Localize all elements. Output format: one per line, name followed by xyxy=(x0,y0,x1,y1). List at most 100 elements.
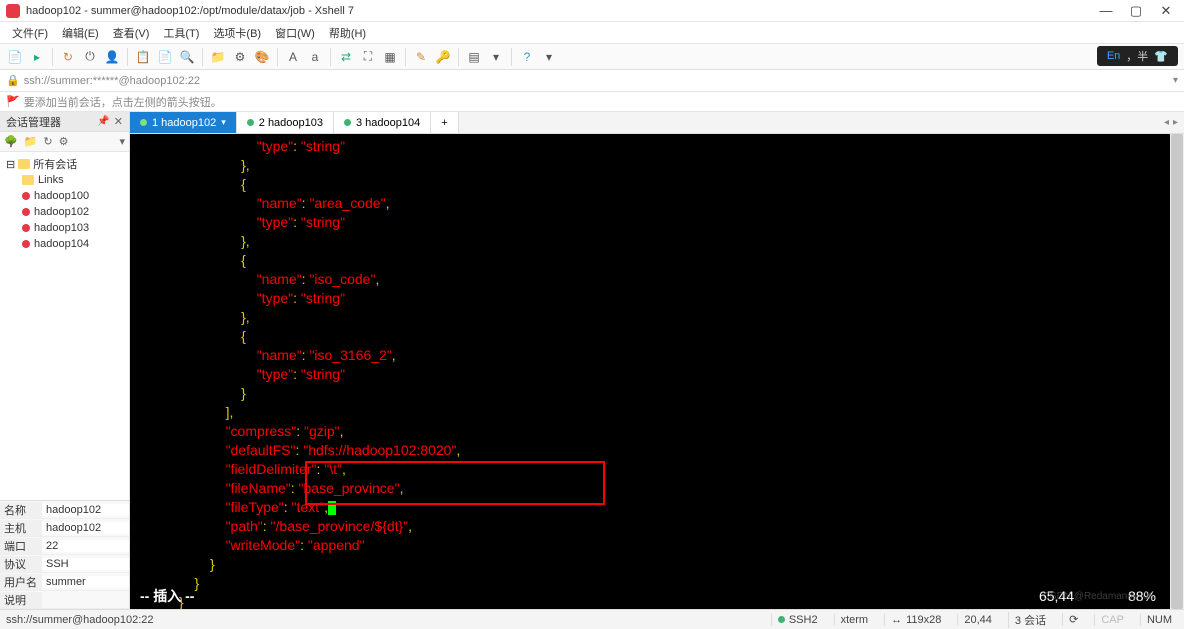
prop-value: SSH xyxy=(42,558,129,570)
grid-icon[interactable]: ▤ xyxy=(465,48,483,66)
menu-window[interactable]: 窗口(W) xyxy=(269,23,321,43)
minimize-button[interactable]: — xyxy=(1100,5,1112,17)
scrollbar-thumb[interactable] xyxy=(1171,134,1183,609)
prop-key: 说明 xyxy=(0,592,42,608)
session-tree: ⊟ 所有会话 Links hadoop100 hadoop102 hadoop1… xyxy=(0,152,129,500)
tree-toggle-icon[interactable]: 🌳 xyxy=(4,135,18,148)
paste-icon[interactable]: 📄 xyxy=(156,48,174,66)
ime-indicator[interactable]: En ，半 👕 xyxy=(1097,46,1178,66)
session-manager-title: 会话管理器 xyxy=(6,114,61,130)
profile-icon[interactable]: 👤 xyxy=(103,48,121,66)
folder-icon[interactable]: 📁 xyxy=(209,48,227,66)
separator xyxy=(127,48,128,66)
font-up-icon[interactable]: A xyxy=(284,48,302,66)
status-size-label: 119x28 xyxy=(906,614,941,626)
tab-label: 1 hadoop102 xyxy=(152,117,216,129)
separator xyxy=(458,48,459,66)
font-down-icon[interactable]: a xyxy=(306,48,324,66)
prop-value: hadoop102 xyxy=(42,522,129,534)
new-folder-icon[interactable]: 📁 xyxy=(24,135,38,148)
hint-bar: 🚩 要添加当前会话，点击左侧的箭头按钮。 xyxy=(0,92,1184,112)
key-icon[interactable]: 🔑 xyxy=(434,48,452,66)
status-num: NUM xyxy=(1140,614,1178,626)
flag-icon: 🚩 xyxy=(6,95,20,108)
tab-hadoop103[interactable]: 2 hadoop103 xyxy=(237,112,334,133)
session-icon xyxy=(22,224,30,232)
hint-text: 要添加当前会话，点击左侧的箭头按钮。 xyxy=(24,94,222,110)
status-dot-icon xyxy=(247,119,254,126)
watermark: CSDN @Redamancy_06 xyxy=(1043,588,1154,605)
menu-help[interactable]: 帮助(H) xyxy=(323,23,372,43)
menu-file[interactable]: 文件(F) xyxy=(6,23,54,43)
session-hadoop100[interactable]: hadoop100 xyxy=(2,188,127,204)
status-dot-icon xyxy=(140,119,147,126)
session-icon xyxy=(22,208,30,216)
refresh-icon[interactable]: ↻ xyxy=(43,135,52,148)
address-dropdown-icon[interactable]: ▾ xyxy=(1173,75,1178,86)
session-hadoop103[interactable]: hadoop103 xyxy=(2,220,127,236)
filter-icon[interactable]: ⚙ xyxy=(59,135,69,148)
separator xyxy=(277,48,278,66)
dropdown2-icon[interactable]: ▾ xyxy=(540,48,558,66)
address-text: ssh://summer:******@hadoop102:22 xyxy=(24,75,200,87)
session-label: hadoop103 xyxy=(34,222,89,234)
prop-key: 协议 xyxy=(0,556,42,572)
tab-dropdown-icon[interactable]: ▾ xyxy=(221,117,226,128)
pin-icon[interactable]: 📌 xyxy=(97,116,109,127)
status-ssh: SSH2 xyxy=(771,614,824,626)
copy-icon[interactable]: 📋 xyxy=(134,48,152,66)
prop-key: 用户名 xyxy=(0,574,42,590)
layout-icon[interactable]: ▦ xyxy=(381,48,399,66)
session-hadoop102[interactable]: hadoop102 xyxy=(2,204,127,220)
fullscreen-icon[interactable]: ⛶ xyxy=(359,48,377,66)
session-properties: 名称hadoop102 主机hadoop102 端口22 协议SSH 用户名su… xyxy=(0,500,129,609)
palette-icon[interactable]: 🎨 xyxy=(253,48,271,66)
tab-next-icon[interactable]: ▸ xyxy=(1173,117,1178,128)
highlight-icon[interactable]: ✎ xyxy=(412,48,430,66)
settings-icon[interactable]: ⚙ xyxy=(231,48,249,66)
tab-hadoop102[interactable]: 1 hadoop102 ▾ xyxy=(130,112,237,133)
terminal[interactable]: "type": "string" }, { "name": "area_code… xyxy=(130,134,1184,609)
disconnect-icon[interactable]: ⏻ xyxy=(81,48,99,66)
close-button[interactable]: ✕ xyxy=(1160,5,1172,17)
session-manager-header: 会话管理器 📌 ✕ xyxy=(0,112,129,132)
address-bar[interactable]: 🔒 ssh://summer:******@hadoop102:22 ▾ xyxy=(0,70,1184,92)
status-sync-icon[interactable]: ⟳ xyxy=(1062,613,1084,626)
ime-lang: En xyxy=(1107,50,1120,62)
tab-new-button[interactable]: + xyxy=(431,112,458,133)
tool-dropdown-icon[interactable]: ▾ xyxy=(119,135,125,148)
help-icon[interactable]: ? xyxy=(518,48,536,66)
menu-edit[interactable]: 编辑(E) xyxy=(56,23,105,43)
title-bar: hadoop102 - summer@hadoop102:/opt/module… xyxy=(0,0,1184,22)
session-hadoop104[interactable]: hadoop104 xyxy=(2,236,127,252)
collapse-icon: ⊟ xyxy=(6,158,15,171)
xftp-icon[interactable]: ⇄ xyxy=(337,48,355,66)
menu-view[interactable]: 查看(V) xyxy=(107,23,156,43)
vim-mode: -- 插入 -- xyxy=(140,588,194,605)
session-icon xyxy=(22,192,30,200)
new-session-icon[interactable]: 📄 xyxy=(6,48,24,66)
folder-icon xyxy=(18,159,30,169)
tree-root[interactable]: ⊟ 所有会话 xyxy=(2,156,127,172)
menu-tab[interactable]: 选项卡(B) xyxy=(207,23,267,43)
dropdown-icon[interactable]: ▾ xyxy=(487,48,505,66)
window-title: hadoop102 - summer@hadoop102:/opt/module… xyxy=(26,5,1100,17)
maximize-button[interactable]: ▢ xyxy=(1130,5,1142,17)
separator xyxy=(52,48,53,66)
window-buttons: — ▢ ✕ xyxy=(1100,5,1172,17)
tab-hadoop104[interactable]: 3 hadoop104 xyxy=(334,112,431,133)
status-sessions: 3 会话 xyxy=(1008,612,1052,628)
panel-close-icon[interactable]: ✕ xyxy=(114,115,123,128)
tab-prev-icon[interactable]: ◂ xyxy=(1164,117,1169,128)
session-label: hadoop100 xyxy=(34,190,89,202)
prop-user: 用户名summer xyxy=(0,573,129,591)
open-icon[interactable]: ▸ xyxy=(28,48,46,66)
tab-nav: ◂ ▸ xyxy=(1158,112,1184,133)
reconnect-icon[interactable]: ↻ xyxy=(59,48,77,66)
prop-host: 主机hadoop102 xyxy=(0,519,129,537)
scrollbar[interactable] xyxy=(1170,134,1184,609)
search-icon[interactable]: 🔍 xyxy=(178,48,196,66)
workspace: 会话管理器 📌 ✕ 🌳 📁 ↻ ⚙ ▾ ⊟ 所有会话 Links hadoop1… xyxy=(0,112,1184,609)
menu-tools[interactable]: 工具(T) xyxy=(157,23,205,43)
tree-links[interactable]: Links xyxy=(2,172,127,188)
